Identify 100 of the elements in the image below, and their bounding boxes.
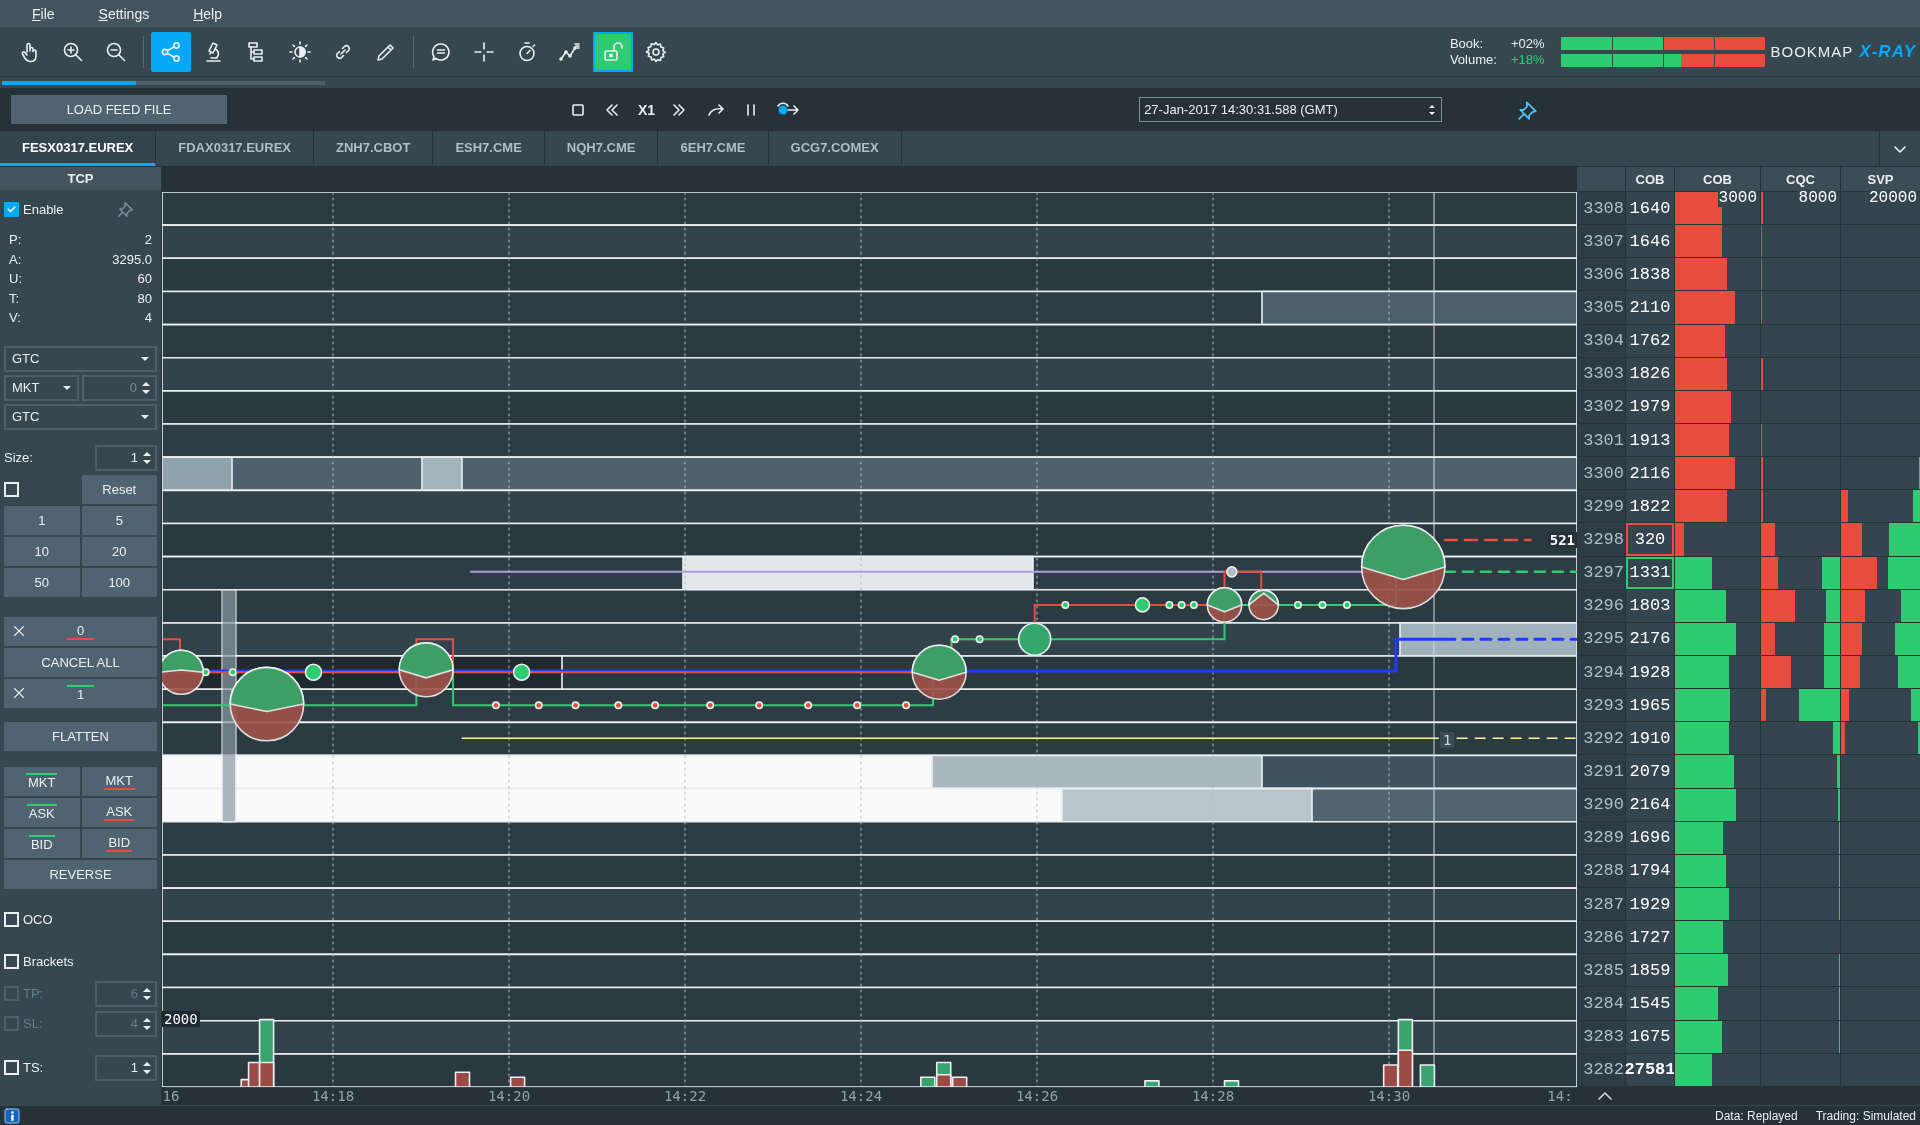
size-button[interactable]: 50 bbox=[4, 567, 80, 597]
size-button[interactable]: 5 bbox=[81, 505, 157, 535]
tool-button[interactable] bbox=[593, 31, 633, 72]
chevron-up-icon[interactable] bbox=[1597, 1089, 1613, 1102]
price-cell: 3305 bbox=[1577, 291, 1625, 324]
order-book-cell: 27581 bbox=[1625, 1053, 1674, 1086]
spinner-arrows-icon[interactable] bbox=[141, 380, 151, 395]
time-axis-label: 14:28 bbox=[1191, 1088, 1235, 1105]
stop-icon[interactable] bbox=[570, 101, 586, 118]
instrument-tab[interactable]: ESH7.CME bbox=[433, 131, 545, 166]
stat-label: A: bbox=[9, 250, 23, 269]
spinner-arrows-icon[interactable] bbox=[142, 450, 152, 465]
settings-icon bbox=[644, 39, 668, 64]
date-time-field[interactable]: 27-Jan-2017 14:30:31.588 (GMT) bbox=[1139, 97, 1443, 122]
price-cell: 3304 bbox=[1577, 324, 1625, 357]
spinner-arrows-icon[interactable] bbox=[142, 1060, 152, 1075]
order-book-cell: 1640 bbox=[1625, 192, 1674, 225]
sell-button[interactable]: ASK bbox=[81, 797, 157, 827]
trade-bubble bbox=[162, 649, 205, 696]
crosshair-icon bbox=[472, 39, 496, 64]
price-cell: 3296 bbox=[1577, 589, 1625, 622]
order-book-cell: 1675 bbox=[1625, 1020, 1674, 1053]
status-text: Data: Replayed bbox=[1715, 1108, 1798, 1123]
cancel-buy-orders-button[interactable]: 1 bbox=[4, 678, 157, 708]
order-size-label: 521 bbox=[1547, 532, 1577, 548]
contrast-icon bbox=[288, 39, 312, 64]
price-cell: 3287 bbox=[1577, 887, 1625, 921]
menu-item[interactable]: File bbox=[22, 5, 75, 22]
buy-button[interactable]: ASK bbox=[4, 797, 80, 827]
menu-item[interactable]: Settings bbox=[88, 5, 170, 22]
order-book-cell: 1822 bbox=[1625, 490, 1674, 523]
stat-value: 4 bbox=[144, 309, 152, 327]
speed-label[interactable]: X1 bbox=[638, 101, 656, 118]
cancel-sell-orders-button[interactable]: 0 bbox=[4, 616, 157, 646]
option-spinner[interactable]: 1 bbox=[95, 1054, 157, 1081]
spinner-arrows-icon[interactable] bbox=[142, 986, 152, 1001]
reset-button[interactable]: Reset bbox=[81, 474, 157, 504]
time-in-force-dropdown[interactable]: GTC bbox=[4, 403, 157, 430]
load-feed-button[interactable]: LOAD FEED FILE bbox=[11, 95, 227, 124]
reverse-button[interactable]: REVERSE bbox=[4, 859, 157, 889]
option-label: SL: bbox=[23, 1016, 43, 1031]
price-cell: 3301 bbox=[1577, 424, 1625, 457]
logo-text: BOOKMAP bbox=[1770, 42, 1854, 60]
time-axis-label: 16 bbox=[162, 1088, 180, 1105]
checkbox[interactable] bbox=[4, 201, 19, 217]
checkbox-label: Enable bbox=[23, 201, 64, 217]
sell-button[interactable]: BID bbox=[81, 828, 157, 858]
order-book-cell: 1545 bbox=[1625, 987, 1674, 1020]
buy-button[interactable]: BID bbox=[4, 828, 80, 858]
price-spinner[interactable]: 0 bbox=[82, 374, 157, 401]
order-book-cell: 1331 bbox=[1625, 556, 1674, 589]
pin-icon[interactable] bbox=[117, 200, 135, 218]
instrument-tab[interactable]: FESX0317.EUREX bbox=[0, 131, 157, 166]
column-header: COB bbox=[1625, 167, 1674, 191]
logo-text: X-RAY bbox=[1859, 41, 1916, 62]
order-book-cell: 1794 bbox=[1625, 854, 1674, 887]
volume-scale-label: 2000 bbox=[162, 1011, 200, 1027]
cancel-all-button[interactable]: CANCEL ALL bbox=[4, 647, 157, 677]
order-book-cell: 1646 bbox=[1625, 225, 1674, 258]
instrument-tab[interactable]: ZNH7.CBOT bbox=[314, 131, 434, 166]
stat-value: 60 bbox=[137, 270, 152, 288]
replay-progress-bar[interactable] bbox=[2, 80, 325, 85]
order-book-cell: 2116 bbox=[1625, 457, 1674, 490]
price-cell: 3282 bbox=[1577, 1053, 1625, 1086]
price-cell: 3285 bbox=[1577, 954, 1625, 987]
menu-item[interactable]: Help bbox=[183, 5, 242, 22]
price-cell: 3300 bbox=[1577, 457, 1625, 490]
stat-label: T: bbox=[9, 289, 21, 308]
close-icon bbox=[12, 624, 26, 638]
order-book-cell: 1696 bbox=[1625, 821, 1674, 854]
price-cell: 3284 bbox=[1577, 987, 1625, 1020]
time-axis-label: 14:22 bbox=[663, 1088, 707, 1105]
size-button[interactable]: 10 bbox=[4, 536, 80, 566]
trade-bubble bbox=[1248, 589, 1280, 621]
trade-bubble bbox=[911, 644, 967, 700]
trade-bubble bbox=[512, 663, 531, 682]
volume-bar bbox=[1419, 1064, 1436, 1087]
order-book-cell: 1928 bbox=[1625, 655, 1674, 689]
instrument-tab[interactable]: FDAX0317.EUREX bbox=[156, 131, 314, 166]
instrument-tab[interactable]: 6EH7.CME bbox=[658, 131, 769, 166]
flatten-button[interactable]: FLATTEN bbox=[4, 721, 157, 751]
price-cell: 3302 bbox=[1577, 390, 1625, 423]
instrument-tab[interactable]: GCG7.COMEX bbox=[768, 131, 902, 166]
tool-button[interactable] bbox=[151, 31, 191, 72]
sell-button[interactable]: MKT bbox=[81, 766, 157, 796]
order-type-dropdown[interactable]: MKT bbox=[4, 374, 79, 401]
status-text: Trading: Simulated bbox=[1815, 1108, 1916, 1123]
option-label: Brackets bbox=[23, 954, 74, 969]
time-in-force-dropdown[interactable]: GTC bbox=[4, 345, 157, 372]
follow-live-icon[interactable] bbox=[775, 101, 802, 118]
size-button[interactable]: 1 bbox=[4, 505, 80, 535]
size-button[interactable]: 20 bbox=[81, 536, 157, 566]
buy-button[interactable]: MKT bbox=[4, 766, 80, 796]
instrument-tab[interactable]: NQH7.CME bbox=[544, 131, 659, 166]
spinner-arrows-icon[interactable] bbox=[142, 1016, 152, 1031]
size-button[interactable]: 100 bbox=[81, 567, 157, 597]
size-spinner[interactable]: 1 bbox=[95, 444, 157, 471]
imbalance-label: Volume: bbox=[1449, 51, 1497, 68]
info-icon[interactable] bbox=[4, 1107, 20, 1124]
time-axis-label: 14: bbox=[1547, 1088, 1573, 1105]
